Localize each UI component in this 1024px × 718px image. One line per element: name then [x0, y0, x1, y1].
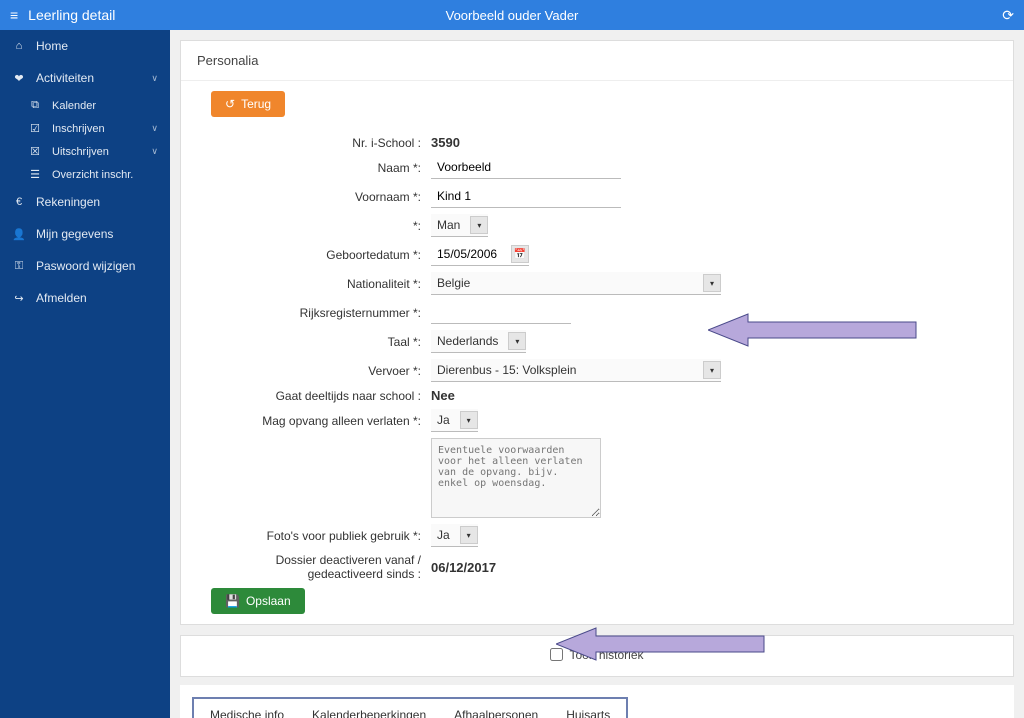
sidebar-item-rekeningen[interactable]: € Rekeningen [0, 186, 170, 218]
panel-title: Personalia [181, 41, 1013, 80]
label-taal: Taal *: [211, 335, 431, 349]
opvang-select[interactable]: Ja ▾ [431, 409, 478, 432]
label-geboorte: Geboortedatum *: [211, 248, 431, 262]
save-button-label: Opslaan [246, 594, 291, 608]
user-icon: 👤 [12, 228, 26, 241]
tab-afhaalpersonen[interactable]: Afhaalpersonen [440, 703, 552, 718]
sidebar-item-label: Rekeningen [36, 195, 100, 209]
back-button[interactable]: ↺ Terug [211, 91, 285, 117]
sidebar-subitem-inschrijven[interactable]: ☑ Inschrijven ∨ [0, 117, 170, 140]
main-content: Personalia ↺ Terug Nr. i-School : 3590 N… [170, 30, 1024, 718]
sidebar-item-label: Paswoord wijzigen [36, 259, 135, 273]
label-nr: Nr. i-School : [211, 136, 431, 150]
dropdown-icon: ▾ [460, 411, 478, 429]
taal-select[interactable]: Nederlands ▾ [431, 330, 526, 353]
chevron-down-icon: ∨ [151, 123, 158, 134]
uncheck-icon: ☒ [28, 145, 42, 158]
sidebar: ⌂ Home ❤ Activiteiten ∨ ⧉ Kalender ☑ Ins… [0, 30, 170, 718]
sidebar-item-afmelden[interactable]: ↪ Afmelden [0, 282, 170, 314]
dropdown-icon: ▾ [470, 216, 488, 234]
sidebar-item-label: Mijn gegevens [36, 227, 113, 241]
geboorte-input[interactable] [431, 243, 511, 265]
label-naam: Naam *: [211, 161, 431, 175]
annotation-arrow [556, 626, 766, 662]
annotation-arrow [708, 312, 918, 348]
label-fotos: Foto's voor publiek gebruik *: [211, 529, 431, 543]
fotos-select[interactable]: Ja ▾ [431, 524, 478, 547]
home-icon: ⌂ [12, 40, 26, 52]
nationaliteit-value: Belgie [431, 272, 476, 294]
check-icon: ☑ [28, 122, 42, 135]
dropdown-icon: ▾ [460, 526, 478, 544]
heart-icon: ❤ [12, 72, 26, 85]
save-icon: 💾 [225, 594, 240, 608]
vervoer-value: Dierenbus - 15: Volksplein [431, 359, 582, 381]
euro-icon: € [12, 196, 26, 208]
value-nr: 3590 [431, 135, 460, 150]
chevron-down-icon: ∨ [151, 73, 158, 84]
value-dossier: 06/12/2017 [431, 560, 496, 575]
tab-medische-info[interactable]: Medische info [196, 703, 298, 718]
sidebar-subitem-kalender[interactable]: ⧉ Kalender [0, 94, 170, 117]
label-rijks: Rijksregisternummer *: [211, 306, 431, 320]
topbar: ≡ Leerling detail Voorbeeld ouder Vader … [0, 0, 1024, 30]
chevron-down-icon: ∨ [151, 146, 158, 157]
calendar-picker-icon[interactable]: 📅 [511, 245, 529, 263]
sidebar-item-activiteiten[interactable]: ❤ Activiteiten ∨ [0, 62, 170, 94]
label-dossier: Dossier deactiveren vanaf / gedeactiveer… [211, 553, 431, 582]
label-deeltijds: Gaat deeltijds naar school : [211, 389, 431, 403]
key-icon: ⚿ [12, 260, 26, 273]
list-icon: ☰ [28, 168, 42, 181]
sidebar-item-label: Kalender [52, 100, 96, 112]
dropdown-icon: ▾ [703, 361, 721, 379]
vervoer-select[interactable]: Dierenbus - 15: Volksplein ▾ [431, 359, 721, 382]
label-voornaam: Voornaam *: [211, 190, 431, 204]
sidebar-item-paswoord[interactable]: ⚿ Paswoord wijzigen [0, 250, 170, 282]
label-geslacht: *: [211, 219, 431, 233]
geslacht-value: Man [431, 214, 466, 236]
label-nationaliteit: Nationaliteit *: [211, 277, 431, 291]
taal-value: Nederlands [431, 330, 504, 352]
sidebar-item-label: Afmelden [36, 291, 87, 305]
tabs-container: Medische info Kalenderbeperkingen Afhaal… [192, 697, 628, 718]
dropdown-icon: ▾ [508, 332, 526, 350]
dropdown-icon: ▾ [703, 274, 721, 292]
tab-huisarts[interactable]: Huisarts [552, 703, 624, 718]
user-name-header: Voorbeeld ouder Vader [0, 8, 1024, 23]
sidebar-item-label: Uitschrijven [52, 146, 109, 158]
sidebar-subitem-uitschrijven[interactable]: ☒ Uitschrijven ∨ [0, 140, 170, 163]
logout-icon: ↪ [12, 292, 26, 305]
label-opvang: Mag opvang alleen verlaten *: [211, 414, 431, 428]
nationaliteit-select[interactable]: Belgie ▾ [431, 272, 721, 295]
tab-kalenderbeperkingen[interactable]: Kalenderbeperkingen [298, 703, 440, 718]
back-button-label: Terug [241, 97, 271, 111]
naam-input[interactable] [431, 156, 621, 179]
sidebar-item-label: Overzicht inschr. [52, 169, 133, 181]
value-deeltijds: Nee [431, 388, 455, 403]
save-button[interactable]: 💾 Opslaan [211, 588, 305, 614]
sidebar-item-label: Activiteiten [36, 71, 94, 85]
sidebar-item-mijngegevens[interactable]: 👤 Mijn gegevens [0, 218, 170, 250]
sidebar-item-home[interactable]: ⌂ Home [0, 30, 170, 62]
fotos-value: Ja [431, 524, 456, 546]
tabs-panel: Medische info Kalenderbeperkingen Afhaal… [180, 685, 1014, 718]
opvang-value: Ja [431, 409, 456, 431]
sidebar-subitem-overzicht[interactable]: ☰ Overzicht inschr. [0, 163, 170, 186]
voornaam-input[interactable] [431, 185, 621, 208]
sidebar-item-label: Inschrijven [52, 123, 105, 135]
geslacht-select[interactable]: Man ▾ [431, 214, 488, 237]
rijks-input[interactable] [431, 301, 571, 324]
sidebar-item-label: Home [36, 39, 68, 53]
calendar-icon: ⧉ [28, 99, 42, 112]
undo-icon: ↺ [225, 97, 235, 111]
opvang-notes-textarea[interactable] [431, 438, 601, 518]
label-vervoer: Vervoer *: [211, 364, 431, 378]
